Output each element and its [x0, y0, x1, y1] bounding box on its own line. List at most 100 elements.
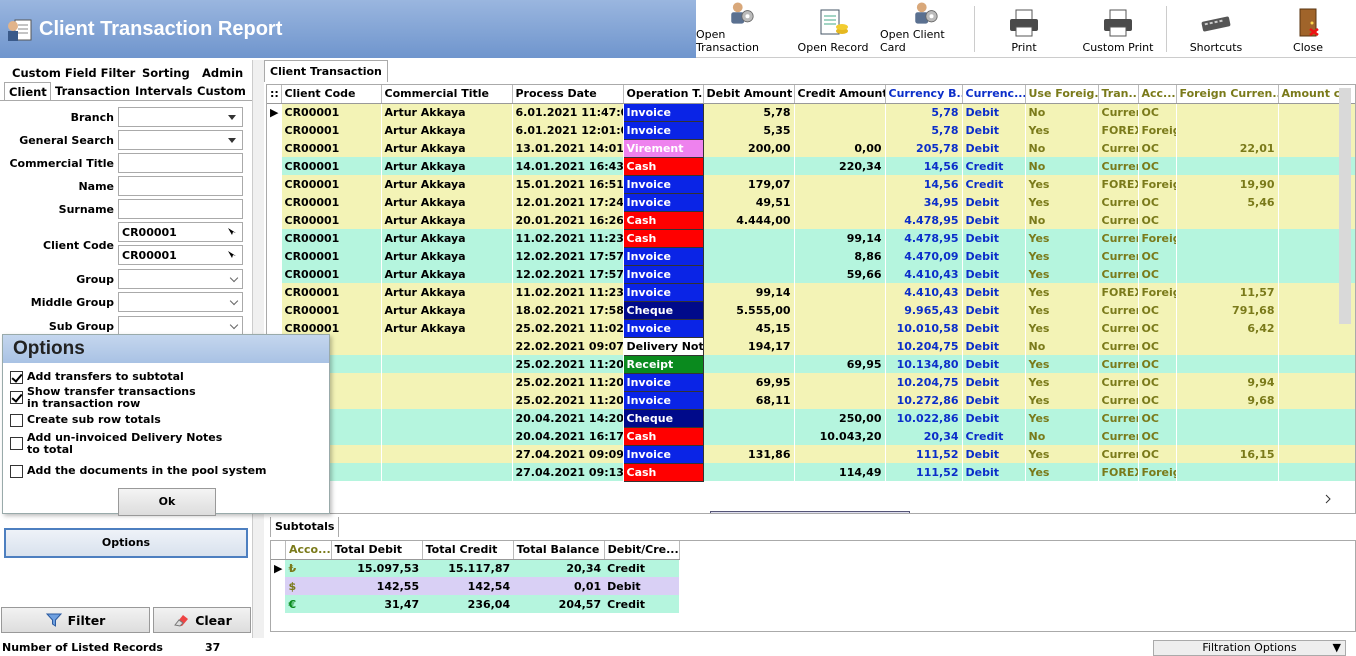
- options-button[interactable]: Options: [4, 528, 248, 558]
- checkbox[interactable]: [10, 437, 23, 450]
- lookup-icon[interactable]: [226, 249, 238, 261]
- row-selector[interactable]: [267, 247, 281, 265]
- subtotal-column-header[interactable]: Acco...: [285, 541, 332, 560]
- open-transaction-button[interactable]: Open Transaction: [696, 0, 786, 58]
- subtotal-column-header[interactable]: Total Debit: [331, 541, 423, 560]
- column-header[interactable]: Commercial Title: [381, 85, 513, 104]
- tab-custom-field-filter[interactable]: Custom Field Filter: [8, 64, 136, 82]
- tab-admin[interactable]: Admin: [198, 64, 247, 82]
- tab-subtotals[interactable]: Subtotals: [270, 517, 340, 537]
- subtotal-row[interactable]: €31,47 236,04 204,57 Credit: [271, 595, 680, 613]
- subtotal-row[interactable]: $142,55 142,54 0,01 Debit: [271, 577, 680, 595]
- middle-group-select[interactable]: [118, 292, 243, 312]
- table-row[interactable]: CR00001 Artur Akkaya 13.01.2021 14:01:36Vi…: [267, 138, 1355, 158]
- option-add-uninvoiced-delivery-notes[interactable]: Add un-invoiced Delivery Notes to total: [10, 432, 225, 456]
- table-row[interactable]: CR00001 Artur Akkaya 18.02.2021 17:58:01Ch…: [267, 300, 1355, 320]
- vertical-scrollbar[interactable]: [1339, 88, 1351, 324]
- table-row[interactable]: 20.04.2021 14:20:47Cheque 250,00 10.022,86…: [267, 408, 1355, 428]
- row-selector[interactable]: [267, 193, 281, 211]
- tab-client-transaction[interactable]: Client Transaction: [264, 60, 388, 82]
- table-row[interactable]: CR00001 Artur Akkaya 6.01.2021 12:01:08Inv…: [267, 120, 1355, 140]
- commercial-title-input[interactable]: [118, 153, 243, 173]
- client-code-from-input[interactable]: CR00001: [118, 222, 243, 242]
- column-header[interactable]: Acc...: [1138, 85, 1177, 104]
- table-row[interactable]: 25.02.2021 11:20:04Receipt 69,95 10.134,80…: [267, 354, 1355, 374]
- table-row[interactable]: CR00001 Artur Akkaya 14.01.2021 16:43:54Ca…: [267, 156, 1355, 176]
- name-input[interactable]: [118, 176, 243, 196]
- clear-button[interactable]: Clear: [153, 607, 251, 633]
- filter-button[interactable]: Filter: [1, 607, 150, 633]
- row-selector[interactable]: [267, 121, 281, 139]
- row-selector[interactable]: [267, 175, 281, 193]
- ok-button[interactable]: Ok: [118, 488, 216, 516]
- table-row[interactable]: CR00001 Artur Akkaya 12.02.2021 17:57:10In…: [267, 246, 1355, 266]
- table-row[interactable]: CR00001 Artur Akkaya 12.01.2021 17:24:52In…: [267, 192, 1355, 212]
- row-selector[interactable]: [267, 283, 281, 301]
- open-record-button[interactable]: Open Record: [796, 0, 870, 58]
- row-selector[interactable]: [267, 229, 281, 247]
- table-row[interactable]: 27.04.2021 09:13:21Cash 114,49 111,52 Debit…: [267, 462, 1355, 482]
- branch-select[interactable]: [118, 107, 243, 127]
- option-add-transfers-to-subtotal[interactable]: Add transfers to subtotal: [10, 371, 184, 384]
- table-row[interactable]: 20.04.2021 16:17:00Cash 10.043,20 20,34 Cre…: [267, 426, 1355, 446]
- column-header[interactable]: Currency B...: [885, 85, 963, 104]
- column-header[interactable]: Debit Amount: [703, 85, 795, 104]
- table-row[interactable]: 25.02.2021 11:20:21Invoice 68,11 10.272,86…: [267, 390, 1355, 410]
- row-selector[interactable]: [267, 301, 281, 319]
- surname-input[interactable]: [118, 199, 243, 219]
- row-selector[interactable]: [267, 265, 281, 283]
- subtotal-column-header[interactable]: Total Credit: [422, 541, 514, 560]
- grid-splitter-handle[interactable]: [710, 511, 910, 513]
- row-selector[interactable]: [267, 211, 281, 229]
- column-header[interactable]: Currenc...: [962, 85, 1026, 104]
- filtration-options-select[interactable]: Filtration Options ▼: [1153, 640, 1346, 656]
- row-selector[interactable]: [267, 139, 281, 157]
- group-select[interactable]: [118, 269, 243, 289]
- column-header[interactable]: Credit Amount: [794, 85, 886, 104]
- table-row[interactable]: 22.02.2021 09:07:53Delivery Note 194,17 10…: [267, 336, 1355, 356]
- close-button[interactable]: Close: [1280, 0, 1336, 58]
- tab-client[interactable]: Client: [4, 82, 51, 100]
- subtotal-column-header[interactable]: Total Balance: [513, 541, 605, 560]
- column-header[interactable]: Operation T...: [623, 85, 704, 104]
- custom-print-button[interactable]: Custom Print: [1080, 0, 1156, 58]
- tab-custom[interactable]: Custom: [193, 82, 250, 100]
- table-row[interactable]: 25.02.2021 11:20:04Invoice 69,95 10.204,75…: [267, 372, 1355, 392]
- row-selector[interactable]: [271, 595, 286, 613]
- option-add-pool-documents[interactable]: Add the documents in the pool system: [10, 465, 267, 478]
- sub-group-select[interactable]: [118, 316, 243, 336]
- row-selector[interactable]: ▶: [271, 559, 286, 577]
- table-row[interactable]: ▶CR00001 Artur Akkaya 6.01.2021 11:47:07In…: [267, 102, 1355, 122]
- column-header[interactable]: Process Date: [512, 85, 624, 104]
- tab-intervals[interactable]: Intervals: [131, 82, 193, 100]
- table-row[interactable]: CR00001Artur Akkaya25.02.2021 11:02:09In…: [267, 318, 1355, 338]
- checkbox[interactable]: [10, 465, 23, 478]
- table-row[interactable]: CR00001 Artur Akkaya 11.02.2021 11:23:52Ca…: [267, 228, 1355, 248]
- column-header[interactable]: Client Code: [281, 85, 382, 104]
- checkbox[interactable]: [10, 414, 23, 427]
- checkbox[interactable]: [10, 371, 23, 384]
- general-search-select[interactable]: [118, 130, 243, 150]
- column-header[interactable]: Tran...: [1098, 85, 1139, 104]
- table-row[interactable]: CR00001 Artur Akkaya 20.01.2021 16:26:11Ca…: [267, 210, 1355, 230]
- shortcuts-button[interactable]: Shortcuts: [1182, 0, 1250, 58]
- tab-transaction[interactable]: Transaction: [51, 82, 131, 100]
- column-header[interactable]: Foreign Curren...: [1176, 85, 1279, 104]
- table-row[interactable]: CR00001 Artur Akkaya 11.02.2021 11:23:52In…: [267, 282, 1355, 302]
- tab-sorting[interactable]: Sorting: [136, 64, 198, 82]
- scroll-right-icon[interactable]: [1323, 494, 1333, 504]
- client-code-to-input[interactable]: CR00001: [118, 245, 243, 265]
- subtotal-column-header[interactable]: Debit/Cre...: [604, 541, 680, 560]
- checkbox[interactable]: [10, 391, 23, 404]
- subtotal-row[interactable]: ▶ ₺ 15.097,53 15.117,87 20,34 Credit: [271, 559, 680, 577]
- column-header[interactable]: Use Foreig...: [1025, 85, 1099, 104]
- option-show-transfer-transactions[interactable]: Show transfer transactions in transactio…: [10, 386, 200, 410]
- row-selector[interactable]: ▶: [267, 103, 281, 121]
- open-client-card-button[interactable]: Open Client Card: [880, 0, 970, 58]
- print-button[interactable]: Print: [994, 0, 1054, 58]
- table-row[interactable]: 27.04.2021 09:09:33Invoice 131,86 111,52 De…: [267, 444, 1355, 464]
- lookup-icon[interactable]: [226, 226, 238, 238]
- row-selector[interactable]: [267, 157, 281, 175]
- table-row[interactable]: CR00001 Artur Akkaya 12.02.2021 17:57:50In…: [267, 264, 1355, 284]
- row-selector[interactable]: [271, 577, 286, 595]
